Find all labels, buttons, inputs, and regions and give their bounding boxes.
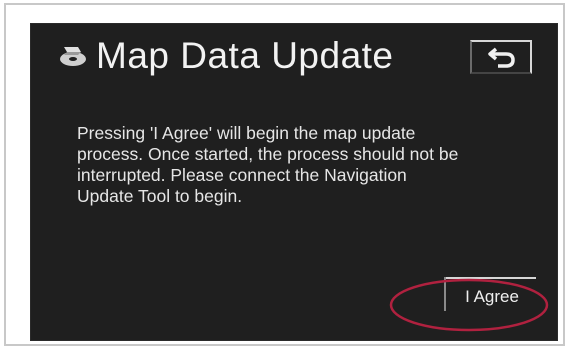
navigation-screen: Map Data Update Pressing 'I Agree' will … [30, 23, 558, 341]
map-disc-icon [58, 43, 88, 69]
button-edge-left [444, 277, 446, 311]
button-edge-top [446, 277, 536, 279]
update-message: Pressing 'I Agree' will begin the map up… [77, 123, 459, 206]
page-title: Map Data Update [96, 35, 394, 76]
i-agree-label: I Agree [465, 287, 519, 306]
i-agree-button[interactable]: I Agree [416, 263, 540, 319]
back-button[interactable] [470, 40, 532, 74]
